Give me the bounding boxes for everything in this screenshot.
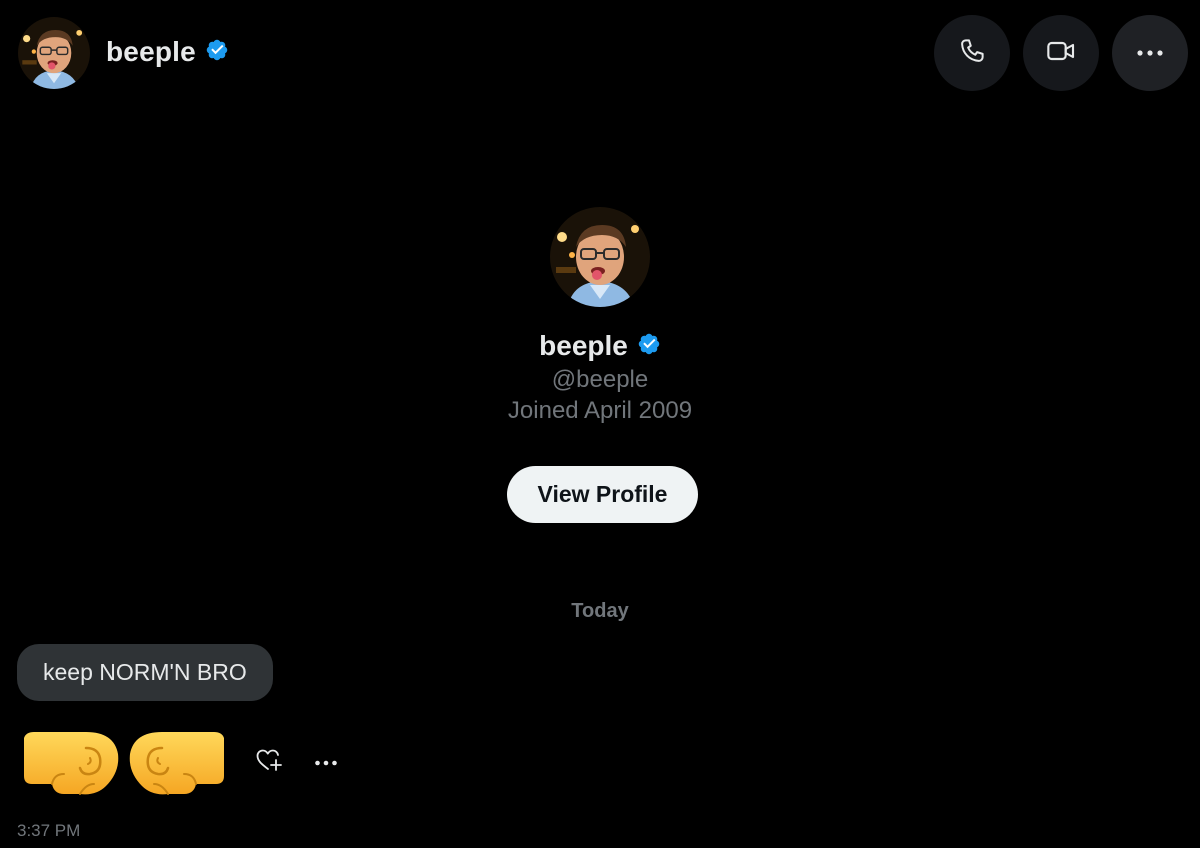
more-options-button[interactable] xyxy=(1112,15,1188,91)
phone-icon xyxy=(957,36,987,71)
left-facing-fist-icon xyxy=(20,728,122,803)
add-reaction-button[interactable] xyxy=(254,748,284,776)
phone-call-button[interactable] xyxy=(934,15,1010,91)
video-call-button[interactable] xyxy=(1023,15,1099,91)
avatar-photo xyxy=(550,207,650,307)
message-timestamp: 3:37 PM xyxy=(17,821,81,840)
message-bubble[interactable]: keep NORM'N BRO xyxy=(17,644,273,701)
profile-joined-date: Joined April 2009 xyxy=(507,397,693,424)
profile-handle: @beeple xyxy=(551,366,649,393)
heart-plus-icon xyxy=(255,747,283,778)
right-facing-fist-icon xyxy=(126,728,228,803)
message-more-button[interactable] xyxy=(312,748,340,776)
header-avatar[interactable] xyxy=(18,17,90,89)
more-horizontal-icon xyxy=(314,753,338,771)
date-divider: Today xyxy=(571,600,629,622)
verified-badge-icon xyxy=(637,332,661,361)
profile-name-row: beeple xyxy=(0,330,1200,362)
header-display-name: beeple xyxy=(106,36,196,67)
profile-avatar[interactable] xyxy=(550,207,650,307)
verified-badge-icon xyxy=(205,38,229,67)
header-user[interactable]: beeple xyxy=(106,36,229,68)
avatar-photo xyxy=(18,17,90,89)
profile-display-name: beeple xyxy=(539,330,628,361)
header-actions xyxy=(934,15,1188,91)
emoji-message[interactable] xyxy=(20,728,228,803)
more-horizontal-icon xyxy=(1135,44,1165,62)
view-profile-button[interactable]: View Profile xyxy=(507,466,698,523)
video-camera-icon xyxy=(1045,35,1077,72)
